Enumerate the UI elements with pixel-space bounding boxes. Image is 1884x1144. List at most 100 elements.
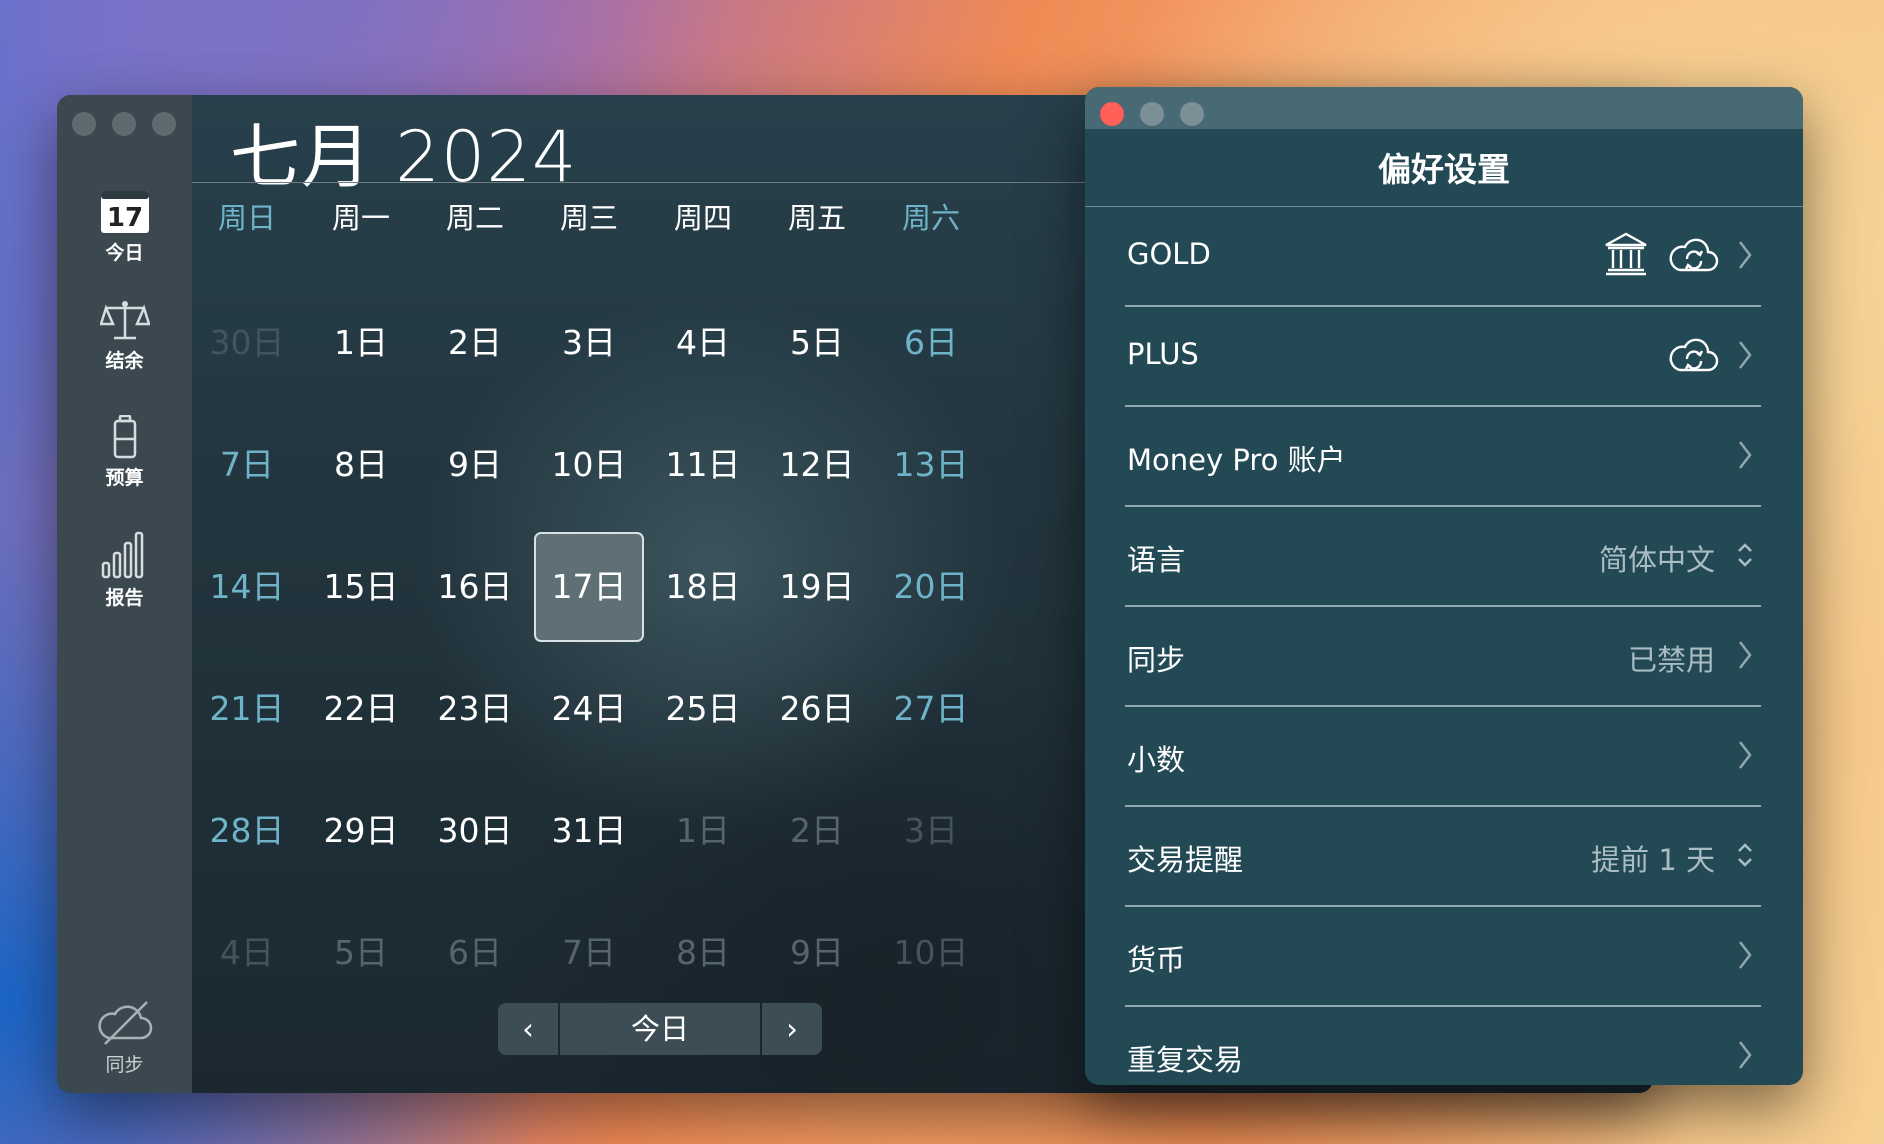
close-button[interactable]: [72, 112, 96, 136]
chevron-right-icon: [1739, 1041, 1752, 1069]
calendar-icon: 17: [100, 191, 149, 233]
calendar-day[interactable]: 29日: [306, 776, 416, 886]
sidebar-item-balance[interactable]: 结余: [57, 298, 192, 373]
calendar-day[interactable]: 2日: [420, 288, 530, 398]
sidebar-item-label: 预算: [105, 467, 144, 489]
weekday-header: 周二: [445, 201, 504, 235]
sidebar-item-today[interactable]: 17 今日: [57, 190, 192, 265]
previous-month-button[interactable]: ‹: [498, 1003, 558, 1055]
calendar-day[interactable]: 27日: [876, 654, 986, 764]
weekday-header: 周日: [217, 201, 276, 235]
sidebar-sync-label: 同步: [105, 1054, 144, 1076]
pref-row-label: 小数: [1127, 743, 1186, 777]
sidebar-item-reports[interactable]: 报告: [57, 529, 192, 610]
calendar-day[interactable]: 4日: [648, 288, 758, 398]
pref-row-label: 语言: [1127, 543, 1186, 577]
sidebar-item-label: 结余: [105, 350, 144, 372]
calendar-day[interactable]: 7日: [534, 898, 644, 1008]
calendar-day[interactable]: 1日: [306, 288, 416, 398]
sidebar: 17 今日 结余 预算 报告 同步: [57, 95, 192, 1093]
chevron-right-icon: [1739, 741, 1752, 769]
calendar-day[interactable]: 9日: [420, 410, 530, 520]
today-button[interactable]: 今日: [560, 1003, 760, 1055]
pref-row-recurring[interactable]: 重复交易: [1125, 1007, 1761, 1085]
weekday-header: 周六: [901, 201, 960, 235]
preferences-title: 偏好设置: [1378, 150, 1510, 189]
pref-row-label: 同步: [1127, 643, 1186, 677]
calendar-day[interactable]: 20日: [876, 532, 986, 642]
pref-row-sync[interactable]: 同步 已禁用: [1125, 607, 1761, 707]
today-badge: 17: [106, 203, 142, 233]
calendar-day[interactable]: 13日: [876, 410, 986, 520]
calendar-day[interactable]: 5日: [306, 898, 416, 1008]
calendar-day[interactable]: 16日: [420, 532, 530, 642]
calendar-day[interactable]: 30日: [192, 288, 302, 398]
pref-row-account[interactable]: Money Pro 账户: [1125, 407, 1761, 507]
calendar-day[interactable]: 3日: [534, 288, 644, 398]
weekday-header: 周五: [787, 201, 846, 235]
calendar-day[interactable]: 4日: [192, 898, 302, 1008]
pref-row-language[interactable]: 语言 简体中文: [1125, 507, 1761, 607]
calendar-day[interactable]: 2日: [762, 776, 872, 886]
calendar-day[interactable]: 1日: [648, 776, 758, 886]
minimize-button[interactable]: [112, 112, 136, 136]
calendar-day[interactable]: 31日: [534, 776, 644, 886]
calendar-day[interactable]: 11日: [648, 410, 758, 520]
weekday-header: 周三: [559, 201, 618, 235]
calendar-day[interactable]: 5日: [762, 288, 872, 398]
language-value: 简体中文: [1598, 543, 1715, 577]
close-button[interactable]: [1100, 102, 1124, 126]
pref-row-plus[interactable]: PLUS: [1125, 307, 1761, 407]
pref-row-label: 重复交易: [1127, 1043, 1244, 1077]
calendar-day[interactable]: 30日: [420, 776, 530, 886]
calendar-day[interactable]: 8日: [648, 898, 758, 1008]
calendar-day[interactable]: 26日: [762, 654, 872, 764]
next-month-button[interactable]: ›: [762, 1003, 822, 1055]
sidebar-item-budget[interactable]: 预算: [57, 415, 192, 490]
pref-row-gold[interactable]: GOLD: [1125, 207, 1761, 307]
calendar-day[interactable]: 22日: [306, 654, 416, 764]
calendar-day[interactable]: 3日: [876, 776, 986, 886]
chevron-right-icon: [1739, 441, 1752, 469]
sidebar-sync[interactable]: 同步: [57, 1000, 192, 1077]
calendar-day[interactable]: 6日: [420, 898, 530, 1008]
minimize-button[interactable]: [1140, 102, 1164, 126]
calendar-day[interactable]: 21日: [192, 654, 302, 764]
pref-row-currency[interactable]: 货币: [1125, 907, 1761, 1007]
zoom-button[interactable]: [1180, 102, 1204, 126]
header-divider: [192, 182, 1092, 183]
calendar-day[interactable]: 18日: [648, 532, 758, 642]
calendar-day[interactable]: 25日: [648, 654, 758, 764]
calendar-day[interactable]: 28日: [192, 776, 302, 886]
pref-row-label: 货币: [1127, 943, 1186, 977]
reminder-value: 提前 1 天: [1591, 843, 1715, 877]
chevron-right-icon: [1739, 341, 1752, 369]
pref-row-decimals[interactable]: 小数: [1125, 707, 1761, 807]
calendar-day[interactable]: 9日: [762, 898, 872, 1008]
weekday-header: 周一: [331, 201, 390, 235]
calendar-day[interactable]: 8日: [306, 410, 416, 520]
calendar-day[interactable]: 19日: [762, 532, 872, 642]
calendar-day[interactable]: 7日: [192, 410, 302, 520]
zoom-button[interactable]: [152, 112, 176, 136]
calendar-day[interactable]: 24日: [534, 654, 644, 764]
calendar-day[interactable]: 10日: [534, 410, 644, 520]
calendar-day[interactable]: 12日: [762, 410, 872, 520]
balance-scale-icon: [99, 301, 150, 340]
sidebar-item-label: 今日: [105, 242, 144, 264]
calendar-day[interactable]: 15日: [306, 532, 416, 642]
calendar-day[interactable]: 10日: [876, 898, 986, 1008]
pref-row-label: PLUS: [1127, 337, 1199, 371]
pref-row-label: GOLD: [1127, 237, 1211, 271]
calendar-day[interactable]: 14日: [192, 532, 302, 642]
bar-chart-icon: [101, 531, 143, 579]
chevron-right-icon: [1739, 641, 1752, 669]
pref-row-reminder[interactable]: 交易提醒 提前 1 天: [1125, 807, 1761, 907]
calendar-day[interactable]: 23日: [420, 654, 530, 764]
month-title: 七月 2024: [230, 116, 578, 198]
up-down-chevron-icon: [1738, 843, 1752, 867]
calendar-day-selected[interactable]: 17日: [534, 532, 644, 642]
weekday-header: 周四: [673, 201, 732, 235]
calendar-day[interactable]: 6日: [876, 288, 986, 398]
chevron-right-icon: [1739, 241, 1752, 269]
